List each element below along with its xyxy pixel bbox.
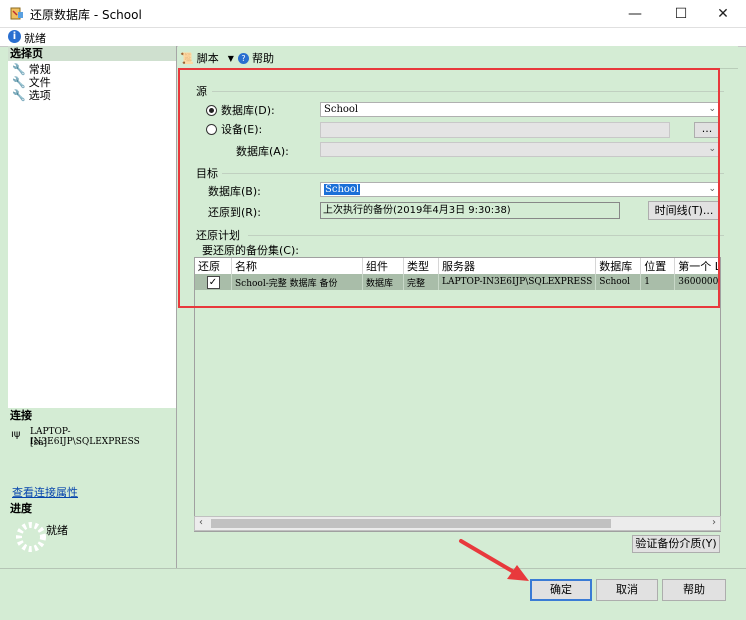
horizontal-scrollbar[interactable]: ‹ › — [194, 516, 721, 531]
scroll-left-icon[interactable]: ‹ — [199, 517, 203, 528]
scrollbar-thumb[interactable] — [211, 519, 611, 528]
status-bar: i 就绪 — [0, 28, 746, 47]
progress-status: 就绪 — [46, 524, 68, 537]
help-icon: ? — [238, 52, 249, 64]
wrench-icon: 🔧 — [12, 76, 26, 89]
nav-item-general[interactable]: 🔧 常规 — [12, 63, 51, 76]
minimize-button[interactable]: — — [612, 0, 658, 27]
dialog-footer: 确定 取消 帮助 — [0, 568, 746, 620]
title-bar: 还原数据库 - School — ☐ ✕ — [0, 0, 746, 28]
script-icon: 📜 — [180, 51, 194, 65]
wrench-icon: 🔧 — [12, 89, 26, 102]
annotation-arrow-icon — [459, 539, 529, 581]
login-name: [sa] — [30, 438, 48, 448]
server-icon: ıψ — [11, 429, 21, 440]
connection-header: 连接 — [8, 408, 176, 423]
status-text: 就绪 — [24, 32, 46, 45]
chevron-down-icon: ▼ — [227, 53, 234, 63]
progress-header: 进度 — [8, 501, 176, 516]
help-footer-button[interactable]: 帮助 — [662, 579, 726, 601]
window-title: 还原数据库 - School — [30, 8, 142, 22]
close-button[interactable]: ✕ — [700, 0, 746, 27]
server-name: LAPTOP-IN3E6IJP\SQLEXPRESS — [30, 427, 140, 447]
info-icon: i — [8, 30, 21, 43]
annotation-highlight-box — [178, 68, 720, 308]
select-page-header: 选择页 — [8, 46, 176, 61]
left-pane: 选择页 🔧 常规 🔧 文件 🔧 选项 连接 ıψ LAPTOP-IN3E6IJP\SQ… — [8, 46, 177, 568]
restore-database-dialog: 还原数据库 - School — ☐ ✕ i 就绪 选择页 🔧 常规 🔧 文件 🔧 选… — [0, 0, 746, 620]
view-connection-properties-link[interactable]: 查看连接属性 — [12, 484, 78, 500]
nav-item-options[interactable]: 🔧 选项 — [12, 89, 51, 102]
progress-panel: 就绪 — [8, 516, 176, 568]
progress-spinner-icon — [16, 522, 46, 552]
help-button[interactable]: ? 帮助 — [238, 50, 274, 66]
main-pane: 📜 脚本 ▼ ? 帮助 源 数据库(D): School ⌄ 设备(E): ...… — [178, 46, 738, 568]
maximize-button[interactable]: ☐ — [658, 0, 704, 27]
cancel-button[interactable]: 取消 — [596, 579, 658, 601]
toolbar: 📜 脚本 ▼ ? 帮助 — [178, 46, 738, 69]
script-button[interactable]: 📜 脚本 ▼ — [180, 50, 234, 66]
verify-backup-media-button[interactable]: 验证备份介质(Y) — [632, 535, 720, 553]
database-restore-icon — [10, 7, 23, 20]
wrench-icon: 🔧 — [12, 63, 26, 76]
scroll-right-icon[interactable]: › — [712, 517, 716, 528]
nav-item-files[interactable]: 🔧 文件 — [12, 76, 51, 89]
ok-button[interactable]: 确定 — [530, 579, 592, 601]
